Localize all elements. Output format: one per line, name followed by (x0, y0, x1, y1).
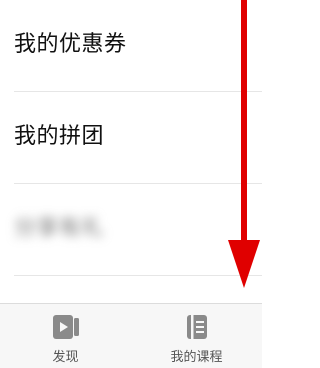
bottom-tab-bar: 发现 我的课程 (0, 303, 262, 368)
menu-item-label: 我的优惠券 (14, 32, 127, 57)
tab-discover[interactable]: 发现 (0, 304, 131, 368)
menu-item-label: 我的拼团 (14, 124, 105, 149)
tab-my-courses[interactable]: 我的课程 (131, 304, 262, 368)
tab-label: 发现 (52, 350, 79, 365)
play-icon (52, 314, 80, 344)
book-icon (184, 314, 210, 344)
menu-item-group-buy[interactable]: 我的拼团 (0, 92, 262, 184)
menu-item-share-gift[interactable]: 分享有礼 (0, 184, 262, 276)
menu-item-coupons[interactable]: 我的优惠券 (0, 0, 262, 92)
tab-label: 我的课程 (170, 350, 223, 365)
divider (14, 275, 262, 276)
menu-item-label: 分享有礼 (14, 216, 105, 241)
